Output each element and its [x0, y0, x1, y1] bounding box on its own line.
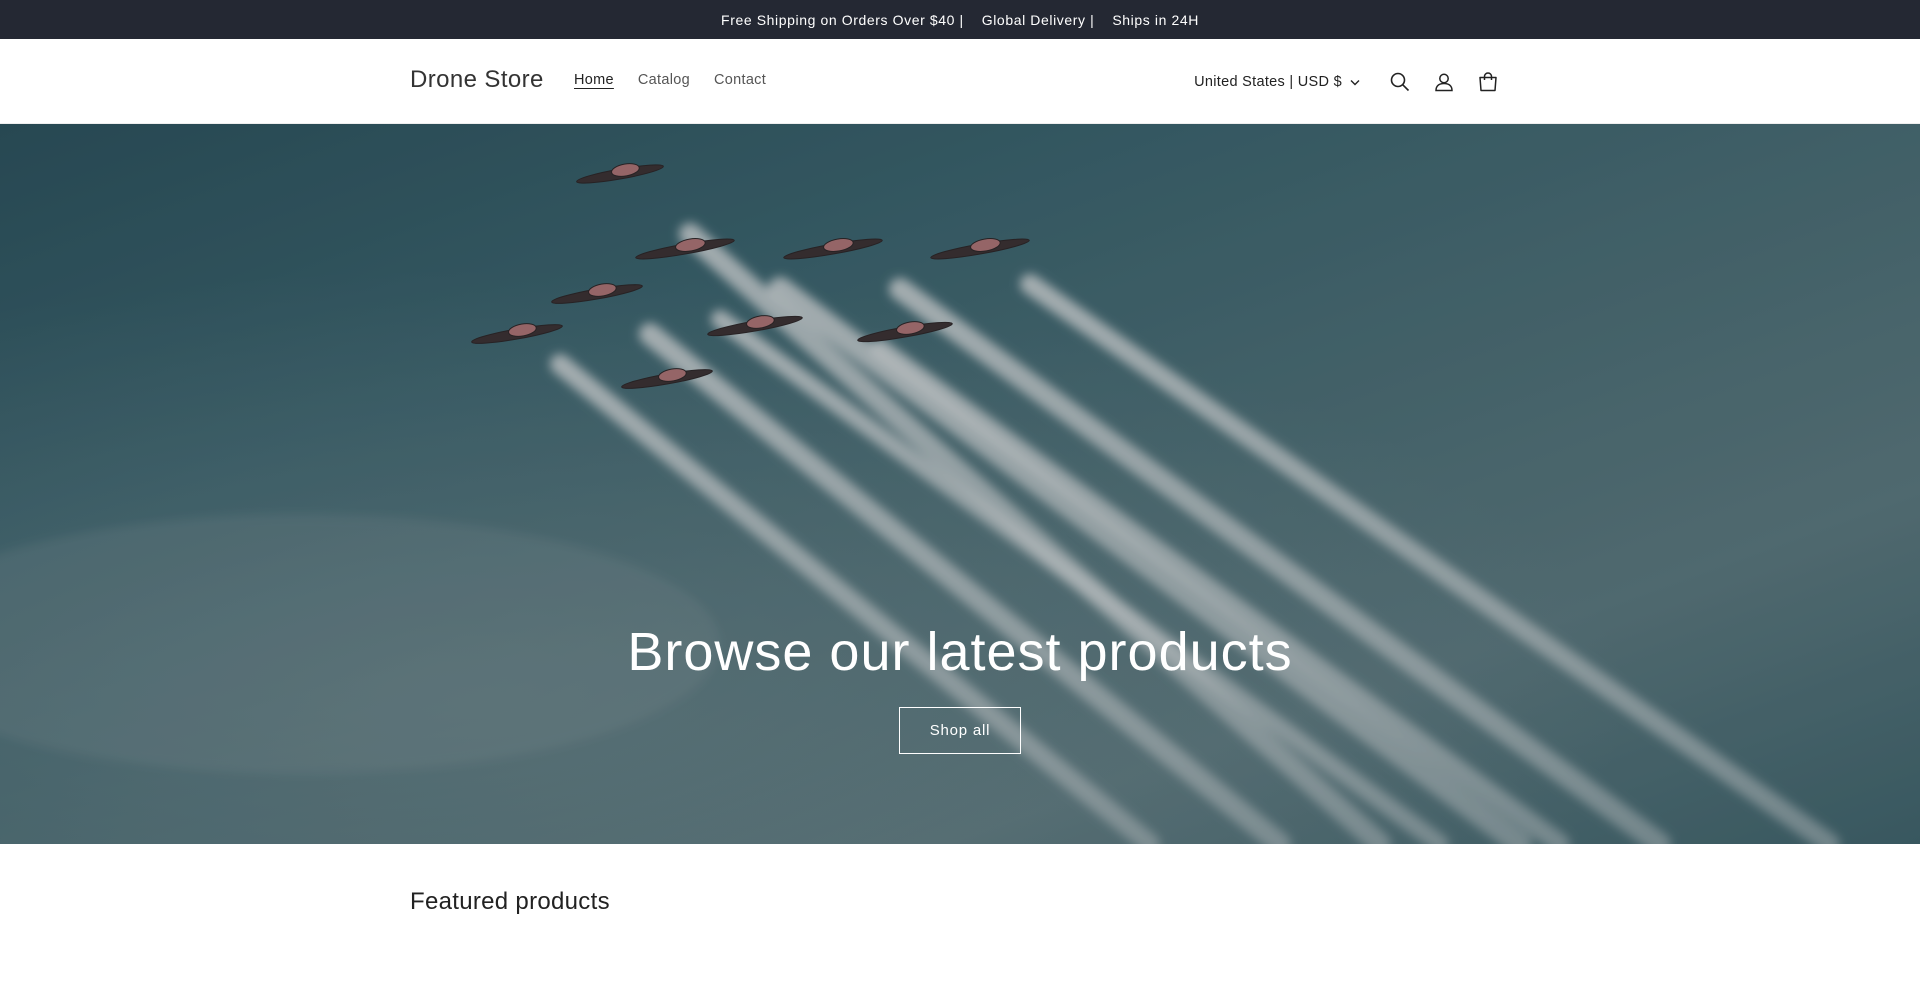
- featured-products-heading: Featured products: [410, 888, 610, 915]
- main-nav: Home Catalog Contact: [574, 72, 790, 88]
- search-icon: [1390, 72, 1410, 92]
- announcement-ships: Ships in 24H: [1112, 11, 1199, 28]
- shop-all-button[interactable]: Shop all: [899, 707, 1021, 754]
- site-header: Drone Store Home Catalog Contact United …: [0, 39, 1920, 124]
- store-logo[interactable]: Drone Store: [410, 66, 544, 94]
- nav-catalog[interactable]: Catalog: [638, 72, 690, 88]
- announcement-bar: Free Shipping on Orders Over $40 | Globa…: [0, 0, 1920, 39]
- cart-button[interactable]: [1466, 64, 1510, 100]
- nav-contact[interactable]: Contact: [714, 72, 766, 88]
- locale-label: United States | USD $: [1194, 74, 1342, 90]
- hero-title: Browse our latest products: [627, 622, 1293, 682]
- announcement-delivery: Global Delivery |: [981, 11, 1095, 28]
- cart-icon: [1479, 72, 1497, 92]
- hero-banner: Browse our latest products Shop all: [0, 124, 1920, 844]
- header-actions: United States | USD $: [1194, 64, 1510, 100]
- nav-home[interactable]: Home: [574, 72, 614, 88]
- account-button[interactable]: [1422, 64, 1466, 100]
- locale-selector[interactable]: United States | USD $: [1194, 74, 1360, 90]
- chevron-down-icon: [1350, 79, 1360, 85]
- search-button[interactable]: [1378, 64, 1422, 100]
- account-icon: [1435, 73, 1453, 92]
- announcement-shipping: Free Shipping on Orders Over $40 |: [721, 11, 964, 28]
